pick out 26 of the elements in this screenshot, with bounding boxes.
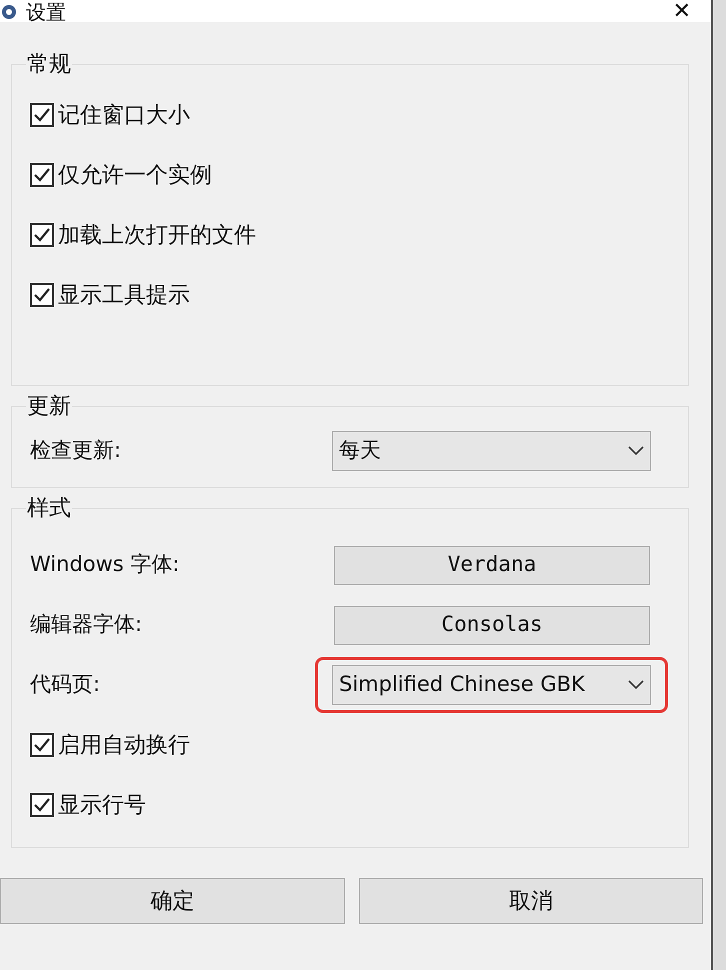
dropdown[interactable]: 每天 bbox=[332, 431, 651, 471]
checkbox-label: 显示行号 bbox=[58, 792, 146, 820]
checkbox[interactable] bbox=[30, 103, 54, 127]
field-label: 检查更新: bbox=[30, 437, 122, 464]
dialog-button[interactable]: 取消 bbox=[358, 878, 703, 924]
chevron-down-icon bbox=[628, 680, 644, 690]
field-label: 代码页: bbox=[30, 671, 100, 698]
field-label: Windows 字体: bbox=[30, 551, 180, 578]
checkbox-label: 加载上次打开的文件 bbox=[58, 222, 256, 250]
window-title: 设置 bbox=[26, 2, 66, 22]
checkbox[interactable] bbox=[30, 163, 54, 187]
font-button[interactable]: Consolas bbox=[334, 606, 650, 644]
field-label: 编辑器字体: bbox=[30, 611, 142, 638]
checkbox[interactable] bbox=[30, 283, 54, 307]
checkbox[interactable] bbox=[30, 223, 54, 247]
checkbox-label: 仅允许一个实例 bbox=[58, 162, 212, 190]
checkbox[interactable] bbox=[30, 793, 54, 817]
dialog-button[interactable]: 确定 bbox=[0, 878, 344, 924]
checkbox-label: 显示工具提示 bbox=[58, 282, 190, 310]
checkbox[interactable] bbox=[30, 733, 54, 757]
close-button[interactable]: ✕ bbox=[672, 2, 691, 22]
dropdown[interactable]: Simplified Chinese GBK bbox=[332, 665, 651, 705]
chevron-down-icon bbox=[628, 446, 644, 456]
font-button[interactable]: Verdana bbox=[334, 546, 650, 584]
checkbox-label: 启用自动换行 bbox=[58, 732, 190, 760]
checkbox-label: 记住窗口大小 bbox=[58, 102, 190, 130]
